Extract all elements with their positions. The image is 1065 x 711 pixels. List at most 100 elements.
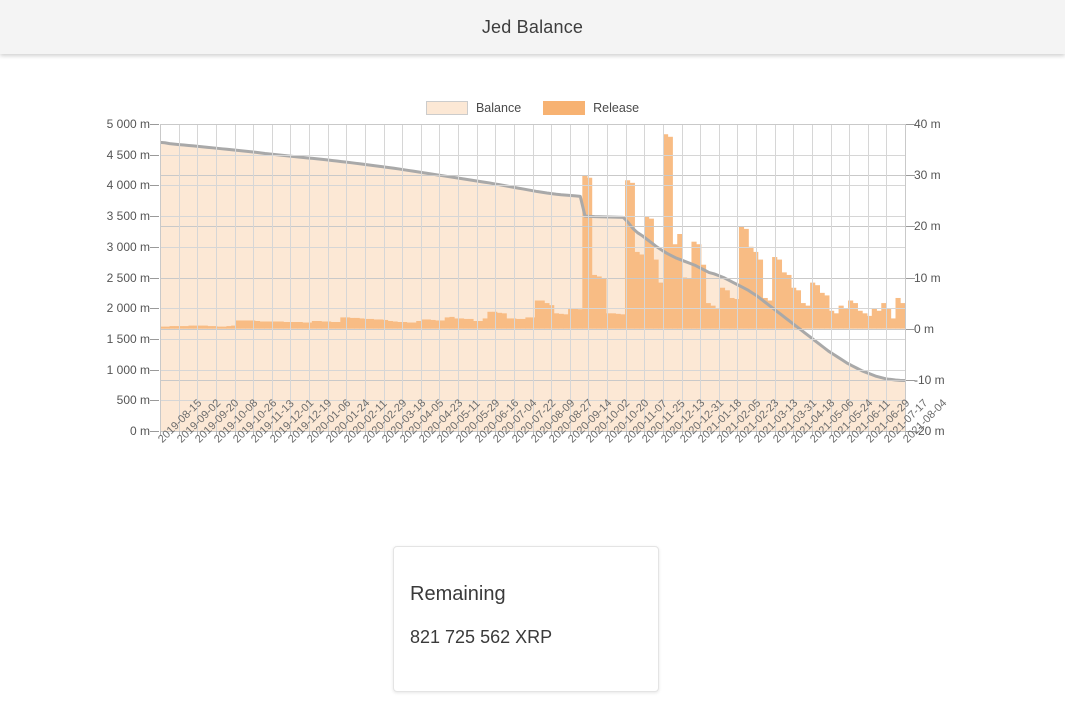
y-axis-right-tick-label: 30 m: [914, 168, 941, 183]
gridline-v: [495, 124, 496, 431]
y-axis-right-tick-label: 20 m: [914, 219, 941, 234]
gridline-v: [328, 124, 329, 431]
release-bar: [468, 318, 474, 329]
app-header: Jed Balance: [0, 0, 1065, 54]
release-bar: [496, 312, 503, 329]
release-bar: [259, 321, 265, 329]
release-bar: [591, 274, 597, 329]
y-axis-right-tick-mark: [906, 379, 915, 381]
release-bar: [406, 322, 412, 329]
release-bar: [572, 308, 578, 329]
gridline-v: [551, 124, 552, 431]
release-bar: [264, 321, 270, 329]
release-bar: [373, 319, 379, 329]
release-bar: [506, 318, 512, 329]
plot-area[interactable]: [160, 124, 905, 431]
release-bar: [515, 318, 522, 329]
y-axis-right-tick-mark: [906, 226, 915, 228]
gridline-v: [793, 124, 794, 431]
release-bar: [235, 320, 242, 329]
y-axis-left-tick-label: 2 000 m: [106, 301, 150, 316]
release-bar: [283, 322, 289, 329]
y-axis-left-tick-label: 5 000 m: [106, 117, 150, 131]
release-bar: [843, 308, 849, 329]
release-bar: [800, 303, 806, 329]
release-bar: [378, 319, 384, 329]
release-bar: [577, 309, 583, 329]
y-axis-right-tick-label: 0 m: [914, 321, 935, 336]
gridline-v: [756, 124, 757, 431]
release-bar: [392, 321, 398, 329]
release-bar: [895, 297, 901, 329]
gridline-v: [346, 124, 347, 431]
release-bar: [273, 321, 280, 329]
gridline-v: [831, 124, 832, 431]
gridline-v: [644, 124, 645, 431]
y-axis-left-tick-label: 1 500 m: [106, 331, 150, 346]
release-bar: [254, 320, 261, 329]
y-axis-left-tick-mark: [150, 308, 159, 310]
gridline-v: [365, 124, 366, 431]
release-bar: [615, 313, 621, 329]
release-bar: [425, 319, 431, 329]
gridline-v: [514, 124, 515, 431]
y-axis-left-tick-label: 0 m: [129, 424, 150, 438]
release-bar: [487, 311, 493, 329]
release-bar: [691, 241, 697, 329]
gridline-v: [402, 124, 403, 431]
release-bar: [857, 310, 863, 329]
release-bar: [620, 314, 626, 329]
y-axis-left-tick-mark: [150, 154, 159, 156]
gridline-v: [290, 124, 291, 431]
release-bar: [610, 313, 616, 329]
gridline-v: [775, 124, 776, 431]
gridline-v: [663, 124, 664, 431]
x-axis: 2019-08-15 2019-09-02 2019-09-20 2019-10-08…: [156, 397, 949, 511]
release-bar: [729, 297, 735, 329]
remaining-card: Remaining 821 725 562 XRP: [393, 546, 659, 692]
release-bar: [316, 320, 322, 329]
release-bar: [477, 320, 484, 329]
plot-wrapper: 0 m 500 m 1 000 m 1 500 m 2 000 m 2 500 m 3 00…: [0, 54, 1065, 514]
release-bar: [335, 322, 341, 329]
y-axis-left-tick-mark: [150, 431, 159, 432]
gridline-v: [309, 124, 310, 431]
gridline-v: [607, 124, 608, 431]
y-axis-left-tick-label: 3 500 m: [106, 209, 150, 224]
y-axis-left-tick-label: 4 500 m: [106, 147, 150, 162]
release-bar: [795, 290, 802, 329]
release-bar: [359, 318, 365, 329]
release-bar: [539, 300, 545, 329]
release-bar: [852, 303, 858, 329]
release-bar: [387, 320, 393, 329]
release-bar: [582, 175, 588, 329]
remaining-card-title: Remaining: [410, 583, 506, 605]
gridline-v: [216, 124, 217, 431]
release-bar: [724, 290, 730, 329]
release-bar: [411, 322, 417, 329]
gridline-v: [477, 124, 478, 431]
release-bar: [321, 321, 327, 329]
release-bar: [501, 313, 507, 329]
release-bar: [297, 322, 303, 329]
release-bar: [776, 259, 783, 329]
gridline-v: [235, 124, 236, 431]
release-bar: [544, 303, 550, 329]
release-bar: [439, 320, 446, 329]
y-axis-left-tick-mark: [150, 216, 159, 218]
y-axis-right-tick-mark: [906, 328, 915, 330]
gridline-v: [439, 124, 440, 431]
release-bar: [349, 317, 355, 329]
gridline-v: [886, 124, 887, 431]
release-bar: [890, 318, 896, 329]
release-bar: [648, 218, 654, 329]
release-bar: [245, 320, 251, 329]
y-axis-left-tick-mark: [150, 277, 159, 279]
release-bar: [833, 313, 839, 329]
release-bar: [862, 313, 868, 329]
gridline-v: [626, 124, 627, 431]
y-axis-left-tick-label: 2 500 m: [106, 270, 150, 285]
gridline-v: [812, 124, 813, 431]
gridline-v: [700, 124, 701, 431]
release-bar: [819, 292, 825, 329]
